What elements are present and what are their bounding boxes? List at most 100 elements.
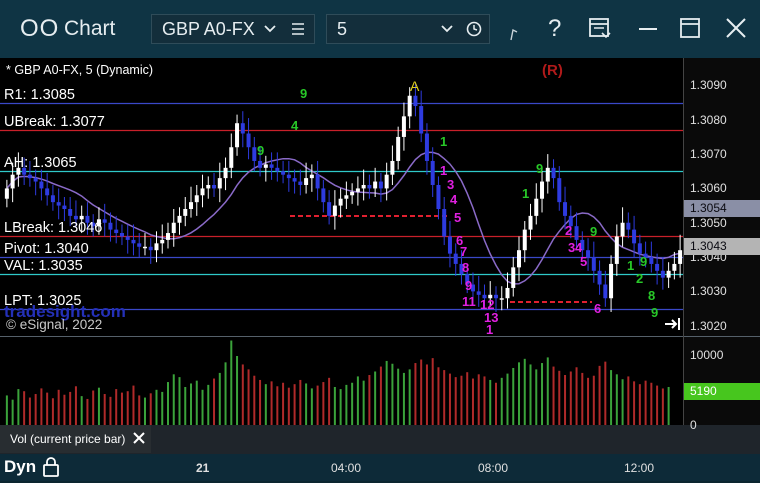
candle-body bbox=[142, 246, 147, 249]
close-study-icon[interactable] bbox=[133, 426, 145, 454]
candle-body bbox=[419, 106, 424, 134]
maximize-icon[interactable] bbox=[678, 16, 702, 45]
volume-bar bbox=[368, 375, 371, 425]
volume-bar bbox=[414, 363, 417, 425]
volume-bar bbox=[575, 367, 578, 425]
candle-body bbox=[327, 202, 332, 216]
candle-body bbox=[626, 222, 631, 230]
candle-body bbox=[367, 184, 372, 189]
volume-study-tab[interactable]: Vol (current price bar) bbox=[0, 425, 151, 453]
level-label-ubreak: UBreak: 1.3077 bbox=[4, 113, 105, 130]
candle-body bbox=[499, 298, 504, 300]
candle-body bbox=[511, 267, 516, 288]
close-icon[interactable] bbox=[724, 16, 748, 45]
volume-bar bbox=[483, 376, 486, 425]
chart-area[interactable]: 1 3 4 5 6 7 8 9 11 12 13 1 2 3 4 5 6 9 4 9 1 9 1 9 9 1 2 8 9 * GBP A… bbox=[0, 58, 760, 454]
volume-bar bbox=[385, 360, 388, 425]
count-label-green: 9 bbox=[300, 86, 307, 101]
volume-bar bbox=[621, 379, 624, 425]
count-label-green: 9 bbox=[651, 305, 658, 320]
candle-body bbox=[545, 167, 550, 182]
volume-bar bbox=[494, 382, 497, 425]
volume-bar bbox=[80, 396, 83, 425]
candle-body bbox=[200, 188, 205, 196]
count-label-magenta: 4 bbox=[450, 192, 458, 207]
level-label-val: VAL: 1.3035 bbox=[4, 257, 83, 274]
count-label-magenta: 5 bbox=[454, 210, 461, 225]
candle-body bbox=[430, 160, 435, 185]
candle-body bbox=[384, 174, 389, 189]
volume-bar bbox=[224, 362, 227, 425]
volume-bar bbox=[57, 389, 60, 425]
candle-body bbox=[540, 181, 545, 199]
candle-body bbox=[666, 270, 671, 278]
chevron-down-icon[interactable] bbox=[263, 15, 277, 51]
count-label-magenta: 5 bbox=[580, 254, 587, 269]
candle-body bbox=[286, 174, 291, 179]
volume-bar bbox=[425, 364, 428, 425]
candle-body bbox=[517, 250, 522, 268]
volume-bar bbox=[431, 358, 434, 425]
volume-bar bbox=[11, 399, 14, 425]
volume-bar bbox=[506, 373, 509, 425]
volume-bar bbox=[351, 382, 354, 425]
volume-bar bbox=[408, 369, 411, 425]
volume-bar bbox=[391, 363, 394, 425]
symbol-select[interactable]: GBP A0-FX bbox=[151, 14, 315, 44]
price-chart[interactable]: 1345678911 1213123 456949191991289 bbox=[0, 58, 760, 454]
level-label-ah: AH: 1.3065 bbox=[4, 154, 77, 171]
volume-bar bbox=[143, 397, 146, 425]
candle-body bbox=[355, 188, 360, 192]
volume-bar bbox=[443, 370, 446, 425]
level-label-lbreak: LBreak: 1.3046 bbox=[4, 219, 103, 236]
volume-bar bbox=[345, 384, 348, 425]
candle-body bbox=[447, 236, 452, 254]
candle-body bbox=[194, 195, 199, 203]
volume-bar bbox=[92, 390, 95, 425]
volume-bar bbox=[97, 387, 100, 425]
candle-body bbox=[189, 202, 194, 210]
candle-body bbox=[632, 229, 637, 244]
volume-bar bbox=[518, 362, 521, 425]
candle-body bbox=[614, 236, 619, 264]
count-label-magenta: 8 bbox=[462, 260, 469, 275]
volume-bar bbox=[661, 388, 664, 425]
minimize-icon[interactable] bbox=[636, 16, 660, 45]
title-bar: OO Chart GBP A0-FX 5 ? bbox=[0, 0, 760, 58]
interval-select[interactable]: 5 bbox=[326, 14, 490, 44]
volume-bar bbox=[356, 376, 359, 425]
volume-bar bbox=[558, 370, 561, 425]
dynamic-mode-label[interactable]: Dyn bbox=[4, 457, 36, 477]
clock-icon[interactable] bbox=[466, 15, 482, 51]
volume-bar bbox=[471, 378, 474, 425]
lock-icon[interactable] bbox=[42, 456, 60, 483]
candle-body bbox=[131, 239, 136, 244]
candle-body bbox=[390, 160, 395, 175]
status-bar: Dyn 21 04:00 08:00 12:00 bbox=[0, 454, 760, 481]
candle-body bbox=[4, 188, 9, 199]
volume-bar bbox=[270, 381, 273, 425]
volume-bar bbox=[316, 385, 319, 425]
price-tag: 1.3043 bbox=[684, 237, 760, 255]
volume-bar bbox=[86, 398, 89, 425]
candle-body bbox=[304, 178, 309, 185]
volume-bar bbox=[259, 379, 262, 425]
volume-bar bbox=[40, 388, 43, 425]
candle-body bbox=[453, 253, 458, 264]
candle-body bbox=[240, 123, 245, 134]
candle-body bbox=[269, 164, 274, 168]
help-icon[interactable]: ? bbox=[548, 14, 561, 44]
candle-body bbox=[160, 239, 165, 244]
list-icon[interactable] bbox=[291, 15, 305, 51]
candle-body bbox=[551, 167, 556, 179]
layout-icon[interactable] bbox=[588, 16, 612, 45]
volume-bar bbox=[552, 366, 555, 425]
chevron-down-icon[interactable] bbox=[440, 15, 454, 51]
candle-body bbox=[281, 171, 286, 175]
candle-body bbox=[206, 184, 211, 189]
candle-body bbox=[50, 195, 55, 203]
cursor-icon[interactable] bbox=[508, 22, 520, 47]
candle-body bbox=[534, 198, 539, 216]
skip-to-end-icon[interactable] bbox=[663, 316, 683, 337]
count-label-magenta: 9 bbox=[465, 278, 472, 293]
